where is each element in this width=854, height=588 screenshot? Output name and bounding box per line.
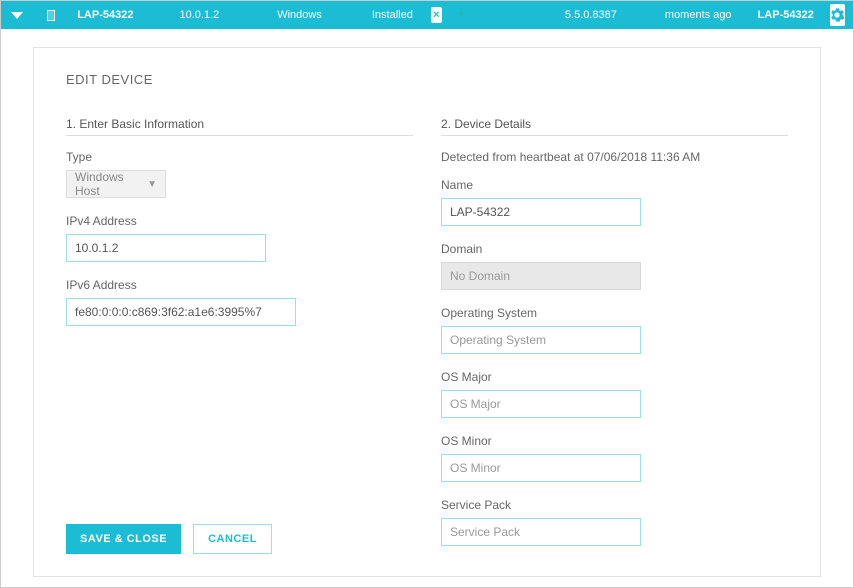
- up-arrow-icon: ↑: [456, 7, 467, 23]
- device-os: Windows: [277, 9, 322, 21]
- edit-device-panel: EDIT DEVICE 1. Enter Basic Information T…: [33, 47, 821, 577]
- row-checkbox[interactable]: [47, 10, 55, 21]
- osmajor-input[interactable]: [441, 390, 641, 418]
- os-input[interactable]: [441, 326, 641, 354]
- domain-label: Domain: [441, 242, 788, 256]
- osmajor-label: OS Major: [441, 370, 788, 384]
- action-bar: SAVE & CLOSE CANCEL: [66, 524, 272, 554]
- type-select-value: Windows Host: [75, 170, 147, 198]
- last-seen: moments ago: [665, 9, 732, 21]
- ipv4-input[interactable]: [66, 234, 266, 262]
- name-input[interactable]: [441, 198, 641, 226]
- panel-title: EDIT DEVICE: [66, 72, 788, 87]
- ipv6-input[interactable]: [66, 298, 296, 326]
- save-close-button[interactable]: SAVE & CLOSE: [66, 524, 181, 554]
- basic-info-column: 1. Enter Basic Information Type Windows …: [66, 117, 413, 562]
- gear-icon: [830, 8, 844, 22]
- section-basic-info-head: 1. Enter Basic Information: [66, 117, 413, 136]
- close-icon[interactable]: ×: [431, 7, 442, 23]
- type-label: Type: [66, 150, 413, 164]
- sp-input[interactable]: [441, 518, 641, 546]
- os-label: Operating System: [441, 306, 788, 320]
- detected-text: Detected from heartbeat at 07/06/2018 11…: [441, 150, 788, 164]
- domain-value: No Domain: [450, 269, 510, 283]
- device-status: Installed: [372, 9, 413, 21]
- osminor-input[interactable]: [441, 454, 641, 482]
- type-select[interactable]: Windows Host ▼: [66, 170, 166, 198]
- ipv6-label: IPv6 Address: [66, 278, 413, 292]
- device-details-column: 2. Device Details Detected from heartbea…: [441, 117, 788, 562]
- sp-label: Service Pack: [441, 498, 788, 512]
- domain-field: No Domain: [441, 262, 641, 290]
- section-device-details-head: 2. Device Details: [441, 117, 788, 136]
- expand-toggle-icon[interactable]: [11, 12, 23, 19]
- agent-version: 5.5.0.8387: [565, 9, 617, 21]
- osminor-label: OS Minor: [441, 434, 788, 448]
- device-ip: 10.0.1.2: [179, 9, 219, 21]
- hostname: LAP-54322: [758, 9, 814, 21]
- cancel-button[interactable]: CANCEL: [193, 524, 272, 554]
- device-name: LAP-54322: [77, 9, 133, 21]
- ipv4-label: IPv4 Address: [66, 214, 413, 228]
- chevron-down-icon: ▼: [147, 179, 157, 190]
- device-row: LAP-54322 10.0.1.2 Windows Installed × ↑…: [1, 1, 853, 29]
- settings-button[interactable]: [830, 4, 845, 26]
- name-label: Name: [441, 178, 788, 192]
